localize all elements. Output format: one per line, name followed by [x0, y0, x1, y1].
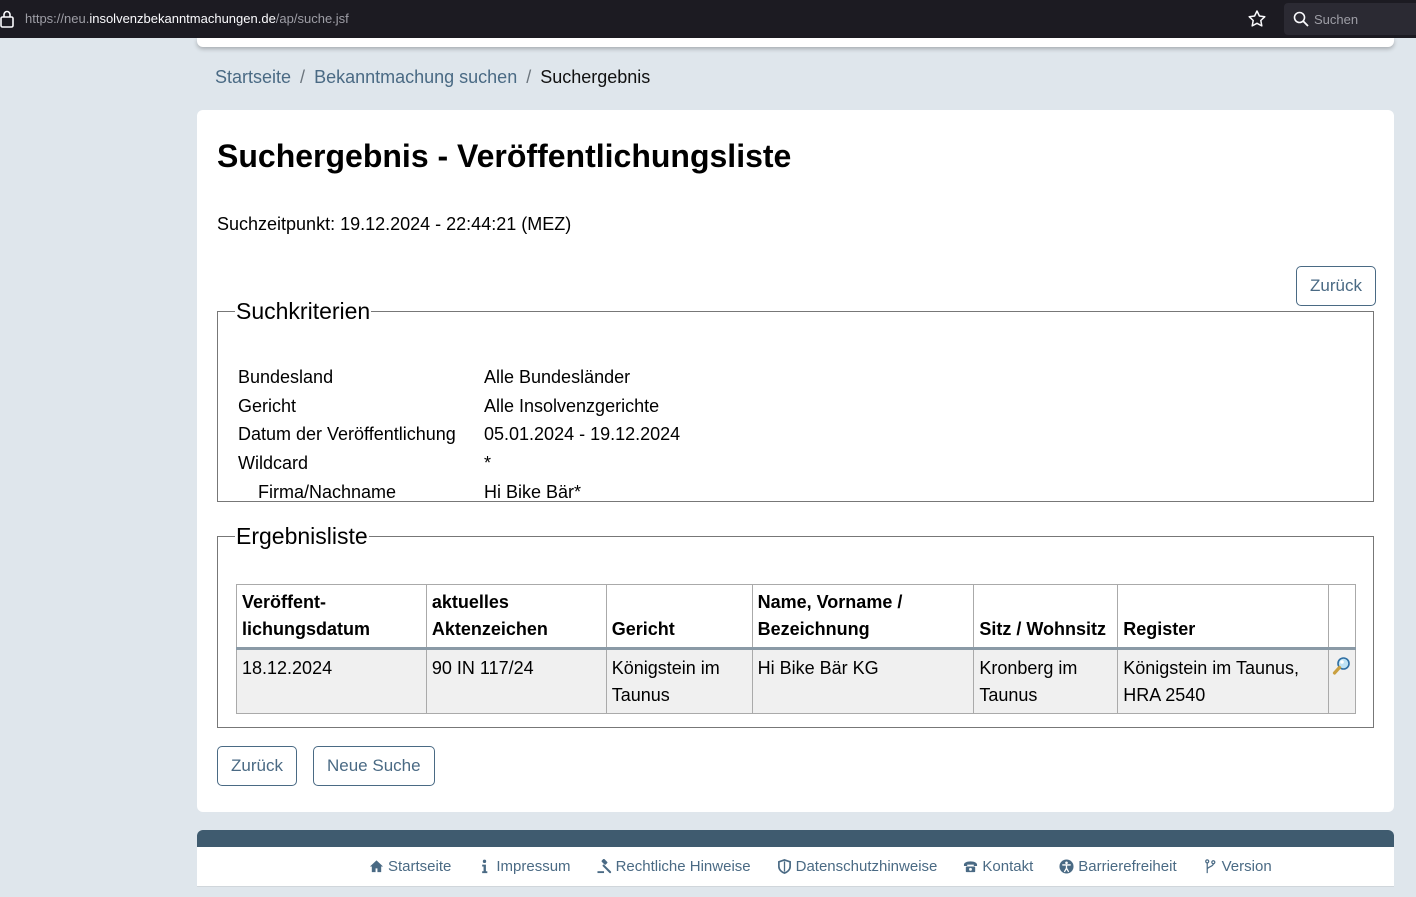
search-timestamp: Suchzeitpunkt: 19.12.2024 - 22:44:21 (ME… — [217, 214, 572, 234]
criteria-value: * — [484, 452, 492, 473]
info-icon — [482, 859, 488, 874]
bookmark-star-icon[interactable] — [1247, 9, 1267, 29]
cell-seat: Kronberg im Taunus — [973, 648, 1119, 714]
cell-court: Königstein im Taunus — [605, 648, 753, 714]
result-table: Veröffent-lichungsdatum aktuelles Aktenze… — [236, 584, 1357, 714]
criteria-row: Datum der Veröffentlichung 05.01.2024 - … — [238, 420, 680, 449]
criteria-label: Bundesland — [238, 366, 334, 387]
criteria-value: Alle Bundesländer — [484, 366, 631, 387]
breadcrumb-separator: / — [526, 67, 532, 87]
page-title: Suchergebnis - Veröffentlichungsliste — [217, 138, 792, 174]
criteria-row: Firma/Nachname Hi Bike Bär* — [238, 478, 680, 507]
cell-file-number: 90 IN 117/24 — [425, 648, 607, 714]
footer-link-home[interactable]: Startseite — [369, 858, 451, 875]
footer-link-legal[interactable]: Rechtliche Hinweise — [597, 858, 751, 875]
breadcrumb-current: Suchergebnis — [540, 67, 651, 87]
result-list-fieldset: Ergebnisliste Veröffent-lichungsdatum ak… — [217, 523, 1374, 728]
footer-band — [197, 830, 1394, 847]
magnifier-icon[interactable] — [1332, 656, 1352, 676]
footer-link-accessibility[interactable]: Barrierefreiheit — [1059, 858, 1177, 875]
criteria-label: Gericht — [238, 395, 297, 416]
lock-icon[interactable] — [0, 10, 14, 28]
column-header-court[interactable]: Gericht — [605, 584, 753, 650]
criteria-value: Alle Insolvenzgerichte — [484, 395, 660, 416]
breadcrumb-home-link[interactable]: Startseite — [215, 67, 291, 87]
shield-icon — [777, 859, 791, 874]
cell-date: 18.12.2024 — [236, 648, 427, 714]
search-criteria-fieldset: Suchkriterien Bundesland Alle Bundesländ… — [217, 298, 1374, 502]
result-list-legend: Ergebnisliste — [236, 523, 368, 549]
criteria-label: Wildcard — [238, 452, 309, 473]
column-header-name[interactable]: Name, Vorname / Bezeichnung — [751, 584, 975, 650]
url-host: insolvenzbekanntmachungen.de — [89, 11, 276, 26]
footer-link-contact[interactable]: Kontakt — [963, 858, 1033, 875]
footer-links: Startseite Impressum Rechtliche Hinweise… — [369, 858, 1272, 875]
cell-action — [1327, 648, 1357, 714]
criteria-row: Wildcard * — [238, 449, 680, 478]
column-header-register[interactable]: Register — [1117, 584, 1329, 650]
result-header-row: Veröffent-lichungsdatum aktuelles Aktenze… — [236, 584, 1357, 650]
phone-icon — [964, 861, 978, 873]
footer-link-privacy[interactable]: Datenschutzhinweise — [777, 858, 937, 875]
column-header-date[interactable]: Veröffent-lichungsdatum — [236, 584, 427, 650]
search-criteria-legend: Suchkriterien — [236, 298, 371, 324]
criteria-row: Bundesland Alle Bundesländer — [238, 363, 680, 392]
main-content-card: Suchergebnis - Veröffentlichungsliste Su… — [197, 110, 1394, 812]
criteria-label: Datum der Veröffentlichung — [238, 424, 456, 445]
accessibility-icon — [1059, 859, 1074, 874]
criteria-row: Gericht Alle Insolvenzgerichte — [238, 392, 680, 421]
search-icon — [1293, 11, 1309, 27]
browser-search-box[interactable] — [1284, 3, 1416, 35]
home-icon — [369, 860, 384, 873]
criteria-value: 05.01.2024 - 19.12.2024 — [484, 424, 681, 445]
column-header-seat[interactable]: Sitz / Wohnsitz — [973, 584, 1119, 650]
back-button-bottom[interactable]: Zurück — [217, 746, 297, 786]
browser-toolbar: https://neu.insolvenzbekanntmachungen.de… — [0, 0, 1416, 38]
header-edge — [197, 38, 1394, 47]
column-header-file-number[interactable]: aktuelles Aktenzeichen — [425, 584, 607, 650]
cell-register: Königstein im Taunus, HRA 2540 — [1117, 648, 1329, 714]
breadcrumb-separator: / — [300, 67, 306, 87]
breadcrumb: Startseite / Bekanntmachung suchen / Sucherg… — [215, 67, 650, 88]
browser-search-input[interactable] — [1314, 9, 1414, 29]
column-header-action — [1327, 584, 1357, 650]
breadcrumb-search-link[interactable]: Bekanntmachung suchen — [314, 67, 517, 87]
cell-name: Hi Bike Bär KG — [751, 648, 975, 714]
footer-link-imprint[interactable]: Impressum — [477, 858, 571, 875]
footer: Startseite Impressum Rechtliche Hinweise… — [197, 847, 1394, 887]
address-bar[interactable]: https://neu.insolvenzbekanntmachungen.de… — [25, 11, 349, 26]
new-search-button[interactable]: Neue Suche — [313, 746, 435, 786]
branch-icon — [1204, 859, 1216, 874]
criteria-label: Firma/Nachname — [258, 481, 397, 502]
search-criteria-table: Bundesland Alle Bundesländer Gericht All… — [238, 363, 680, 506]
footer-link-version[interactable]: Version — [1203, 858, 1272, 875]
criteria-value: Hi Bike Bär* — [484, 481, 582, 502]
table-row: 18.12.2024 90 IN 117/24 Königstein im Ta… — [236, 648, 1357, 714]
gavel-icon — [597, 859, 611, 874]
